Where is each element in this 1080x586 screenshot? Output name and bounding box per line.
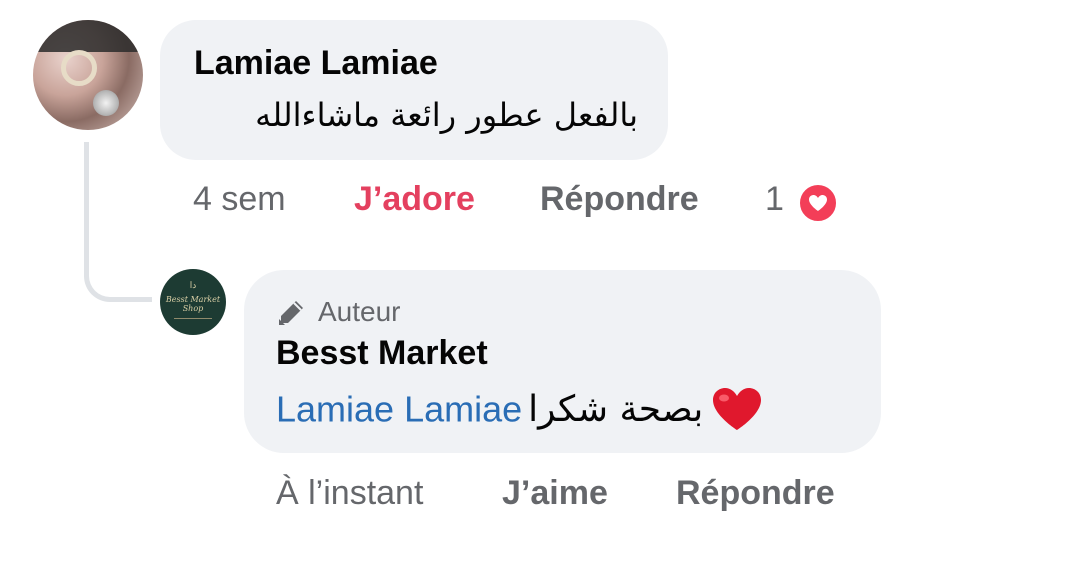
reply-text: بصحة شكرا <box>528 388 704 430</box>
comment-bubble: Lamiae Lamiae بالفعل عطور رائعة ماشاءالل… <box>160 20 668 160</box>
logo-line-2: Shop <box>182 304 204 313</box>
comment-timestamp[interactable]: 4 sem <box>193 180 286 219</box>
reply-bubble: Auteur Besst Market Lamiae Lamiae بصحة شك… <box>244 270 881 453</box>
avatar-besst-market[interactable]: ﺩﺍ Besst Market Shop <box>160 269 226 335</box>
author-badge-label: Auteur <box>318 296 401 327</box>
mention-link[interactable]: Lamiae Lamiae <box>276 388 522 429</box>
avatar-jewel-shape <box>93 90 119 116</box>
reply-timestamp[interactable]: À l’instant <box>276 474 423 513</box>
avatar-hair-shape <box>33 20 143 52</box>
reply-author-name[interactable]: Besst Market <box>276 334 488 373</box>
thread-connector <box>84 142 152 302</box>
pen-icon <box>279 301 303 325</box>
reaction-button[interactable]: J’adore <box>354 180 475 219</box>
logo-mark: ﺩﺍ <box>189 281 197 291</box>
reply-button[interactable]: Répondre <box>540 180 699 219</box>
logo-line-1: Besst Market <box>165 295 221 304</box>
logo-underline <box>174 318 212 322</box>
logo-text: Besst Market Shop <box>160 295 226 313</box>
reply-to-reply-button[interactable]: Répondre <box>676 474 835 513</box>
red-heart-emoji <box>713 388 762 431</box>
like-button[interactable]: J’aime <box>502 474 608 513</box>
comment-text: بالفعل عطور رائعة ماشاءالله <box>255 96 638 134</box>
heart-reaction-icon[interactable] <box>797 182 839 224</box>
avatar-lamiae[interactable] <box>33 20 143 130</box>
reply-text-line: Lamiae Lamiae بصحة شكرا <box>276 386 763 434</box>
reaction-count[interactable]: 1 <box>765 180 784 219</box>
avatar-ring-shape <box>61 50 97 86</box>
comment-author-name[interactable]: Lamiae Lamiae <box>194 44 438 83</box>
